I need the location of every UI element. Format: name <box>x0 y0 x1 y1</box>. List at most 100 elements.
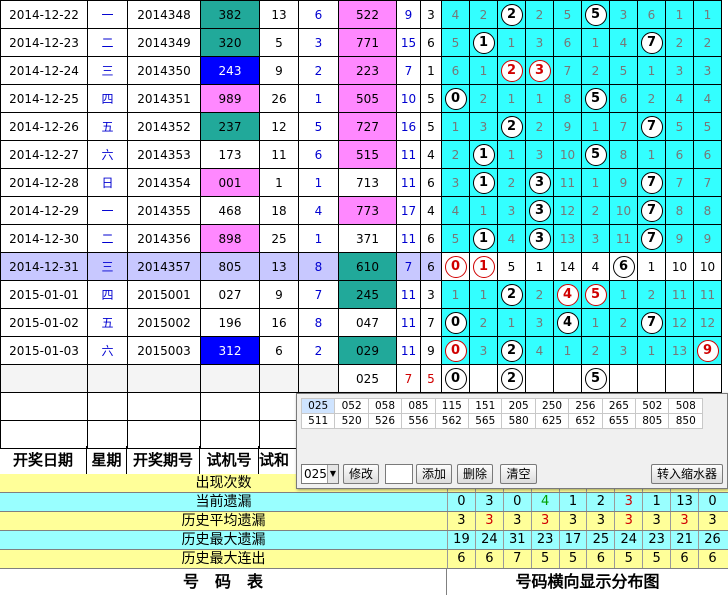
empty-cell <box>127 420 201 449</box>
clear-button[interactable]: 清空 <box>500 464 537 484</box>
digit-ball: 1 <box>472 171 495 194</box>
candidate-number[interactable]: 052 <box>334 398 369 414</box>
candidate-number[interactable]: 250 <box>534 398 570 414</box>
candidate-number[interactable]: 151 <box>468 398 503 414</box>
candidate-number[interactable]: 025 <box>300 398 336 414</box>
distribution-cell: 0 <box>441 84 470 113</box>
winning-span: 9 <box>420 336 442 365</box>
candidate-number[interactable]: 556 <box>401 413 436 429</box>
test-number: 243 <box>200 56 260 85</box>
distribution-cell: 2 <box>497 0 526 29</box>
table-row[interactable]: 2015-01-02 五 2015002 196 16 8 047 11 7 0 2 1 3 4 1 2 7 12… <box>0 308 722 337</box>
table-row[interactable]: 2014-12-26 五 2014352 237 12 5 727 16 5 1 3 2 2 9 1 7 7 5 5 <box>0 112 722 141</box>
distribution-cell: 2 <box>581 196 610 225</box>
candidate-number[interactable]: 511 <box>300 413 336 429</box>
distribution-cell: 1 <box>469 196 498 225</box>
empty-cell <box>200 392 260 421</box>
distribution-cell: 0 <box>441 252 470 281</box>
distribution-cell: 1 <box>525 252 554 281</box>
distribution-cell: 7 <box>637 112 666 141</box>
candidate-number[interactable]: 502 <box>635 398 670 414</box>
stat-value: 4 <box>530 493 559 511</box>
candidate-number[interactable]: 256 <box>568 398 603 414</box>
digit-ball: 3 <box>528 171 551 194</box>
test-span: 8 <box>298 252 339 281</box>
chevron-down-icon[interactable]: ▼ <box>326 465 338 483</box>
combo-value: 025 <box>304 467 327 481</box>
issue-number: 2014350 <box>127 56 201 85</box>
draw-date: 2015-01-02 <box>0 308 88 337</box>
table-row[interactable]: 2014-12-22 一 2014348 382 13 6 522 9 3 4 2 2 2 5 5 3 6 1 1 <box>0 0 722 29</box>
candidate-number[interactable]: 265 <box>601 398 637 414</box>
test-number: 898 <box>200 224 260 253</box>
candidate-number[interactable]: 520 <box>334 413 369 429</box>
transfer-to-reducer-button[interactable]: 转入缩水器 <box>651 464 723 484</box>
test-number: 382 <box>200 0 260 29</box>
stat-value: 3 <box>670 512 698 530</box>
candidate-number[interactable]: 580 <box>501 413 536 429</box>
candidate-number[interactable]: 850 <box>668 413 703 429</box>
stat-label: 历史最大遗漏 <box>181 532 266 548</box>
stat-value: 3 <box>447 512 475 530</box>
test-number: 468 <box>200 196 260 225</box>
add-button[interactable]: 添加 <box>416 464 452 484</box>
empty-cell <box>0 420 88 449</box>
draw-date: 2014-12-22 <box>0 0 88 29</box>
pending-winning-number: 025 <box>338 364 397 393</box>
digit-ball: 2 <box>500 367 523 390</box>
delete-button[interactable]: 删除 <box>457 464 493 484</box>
test-span: 6 <box>298 0 339 29</box>
draw-table: 2014-12-22 一 2014348 382 13 6 522 9 3 4 2 2 2 5 5 3 6 1 1 2… <box>0 0 722 449</box>
distribution-cell: 6 <box>609 252 638 281</box>
digit-ball: 7 <box>640 115 663 138</box>
candidate-number[interactable]: 058 <box>367 398 403 414</box>
candidate-number[interactable]: 652 <box>568 413 603 429</box>
candidate-number[interactable]: 508 <box>668 398 703 414</box>
candidate-number[interactable]: 085 <box>401 398 436 414</box>
table-row[interactable]: 2015-01-01 四 2015001 027 9 7 245 11 3 1 1 2 2 4 5 1 2 11 1… <box>0 280 722 309</box>
stat-value: 21 <box>670 531 698 549</box>
test-number: 027 <box>200 280 260 309</box>
table-row[interactable]: 2014-12-24 三 2014350 243 9 2 223 7 1 6 1 2 3 7 2 5 1 3 3 <box>0 56 722 85</box>
winning-number: 505 <box>338 84 397 113</box>
winning-number: 713 <box>338 168 397 197</box>
candidate-number[interactable]: 805 <box>635 413 670 429</box>
winning-span: 3 <box>420 0 442 29</box>
test-span: 1 <box>298 224 339 253</box>
winning-span: 4 <box>420 140 442 169</box>
number-input[interactable] <box>385 464 413 484</box>
table-row[interactable]: 2014-12-25 四 2014351 989 26 1 505 10 5 0 2 1 1 8 5 6 2 4 4 <box>0 84 722 113</box>
distribution-cell: 9 <box>693 224 722 253</box>
candidate-number[interactable]: 562 <box>434 413 470 429</box>
distribution-cell: 7 <box>637 308 666 337</box>
test-number: 196 <box>200 308 260 337</box>
winning-span: 5 <box>420 84 442 113</box>
distribution-cell <box>553 364 582 393</box>
table-row[interactable]: 2014-12-23 二 2014349 320 5 3 771 15 6 5 1 1 3 6 1 4 7 2 2 <box>0 28 722 57</box>
table-row[interactable]: 2015-01-03 六 2015003 312 6 2 029 11 9 0 3 2 4 1 2 3 1 13 9 <box>0 336 722 365</box>
modify-button[interactable]: 修改 <box>343 464 379 484</box>
table-row[interactable]: 2014-12-29 一 2014355 468 18 4 773 17 4 4 1 3 3 12 2 10 7… <box>0 196 722 225</box>
distribution-cell: 2 <box>497 336 526 365</box>
table-row[interactable]: 2014-12-28 日 2014354 001 1 1 713 11 6 3 1 2 3 11 1 9 7 7 7 <box>0 168 722 197</box>
candidate-number[interactable]: 625 <box>534 413 570 429</box>
distribution-cell: 14 <box>553 252 582 281</box>
table-row[interactable]: 2014-12-31 三 2014357 805 13 8 610 7 6 0 1 5 1 14 4 6 1 10… <box>0 252 722 281</box>
candidate-number[interactable]: 565 <box>468 413 503 429</box>
candidate-number[interactable]: 115 <box>434 398 470 414</box>
candidate-number[interactable]: 526 <box>367 413 403 429</box>
stat-values: 19 24 31 23 17 25 24 23 21 26 <box>447 531 726 549</box>
candidate-number[interactable]: 205 <box>501 398 536 414</box>
test-span: 3 <box>298 28 339 57</box>
distribution-cell: 2 <box>497 112 526 141</box>
table-row[interactable]: 2014-12-30 二 2014356 898 25 1 371 11 6 5 1 4 3 13 3 11 7… <box>0 224 722 253</box>
table-row[interactable]: 2014-12-27 六 2014353 173 11 6 515 11 4 2 1 1 3 10 5 8 1 6… <box>0 140 722 169</box>
distribution-cell: 13 <box>665 336 694 365</box>
number-combo-box[interactable]: 025 ▼ <box>301 464 339 484</box>
distribution-cell: 0 <box>441 364 470 393</box>
distribution-cell: 1 <box>469 140 498 169</box>
stat-value: 6 <box>698 550 726 568</box>
test-sum: 5 <box>259 28 299 57</box>
candidate-number[interactable]: 655 <box>601 413 637 429</box>
winning-number: 245 <box>338 280 397 309</box>
